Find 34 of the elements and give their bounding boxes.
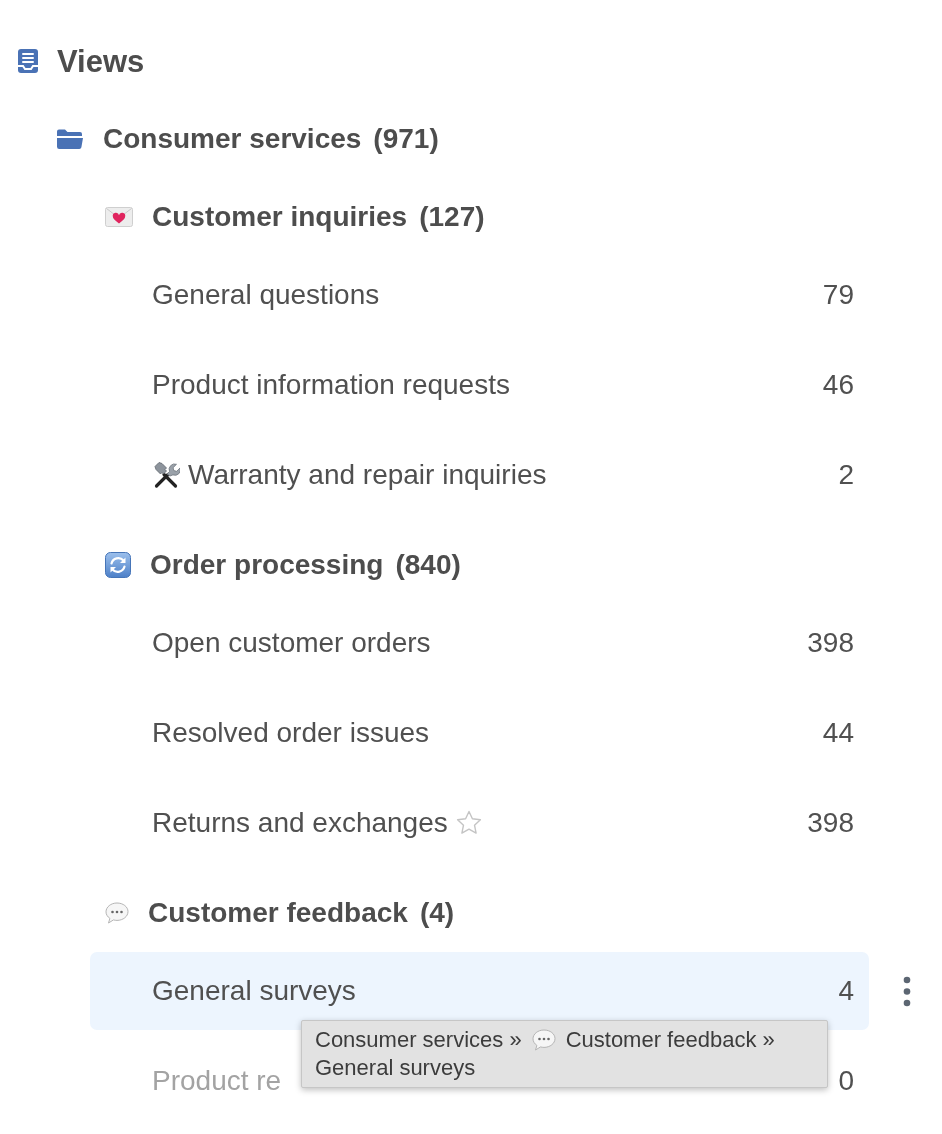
star-outline-icon[interactable] (455, 810, 482, 836)
folder-icon (57, 129, 83, 149)
view-count: 46 (822, 371, 854, 399)
folder-label[interactable]: Order processing (150, 551, 384, 579)
speech-bubble-icon (531, 1029, 556, 1051)
view-label[interactable]: Returns and exchanges (152, 809, 448, 837)
refresh-icon (105, 552, 131, 578)
view-label[interactable]: Product information requests (152, 371, 510, 399)
folder-label[interactable]: Consumer services (103, 125, 362, 153)
view-count: 44 (822, 719, 854, 747)
view-count: 398 (807, 629, 854, 657)
view-label[interactable]: Open customer orders (152, 629, 431, 657)
hammer-wrench-icon (152, 461, 180, 489)
view-count: 398 (807, 809, 854, 837)
folder-count: (971) (373, 125, 439, 153)
view-count: 0 (838, 1067, 854, 1095)
speech-bubble-icon (105, 902, 129, 924)
view-label[interactable]: Warranty and repair inquiries (188, 461, 547, 489)
document-tray-icon (18, 49, 38, 73)
view-label[interactable]: General surveys (152, 977, 356, 1005)
view-label[interactable]: Resolved order issues (152, 719, 430, 747)
folder-label[interactable]: Customer inquiries (152, 203, 408, 231)
more-options-icon[interactable] (903, 975, 911, 1007)
section-title: Views (57, 45, 145, 77)
tooltip-text: General surveys (315, 1054, 476, 1082)
selected-row[interactable]: General surveys 4 (90, 952, 869, 1030)
folder-label[interactable]: Customer feedback (148, 899, 408, 927)
view-label[interactable]: General questions (152, 281, 380, 309)
view-count: 4 (838, 977, 854, 1005)
folder-count: (127) (419, 203, 485, 231)
folder-count: (4) (419, 899, 455, 927)
view-count: 2 (838, 461, 854, 489)
view-count: 79 (822, 281, 854, 309)
folder-count: (840) (395, 551, 461, 579)
